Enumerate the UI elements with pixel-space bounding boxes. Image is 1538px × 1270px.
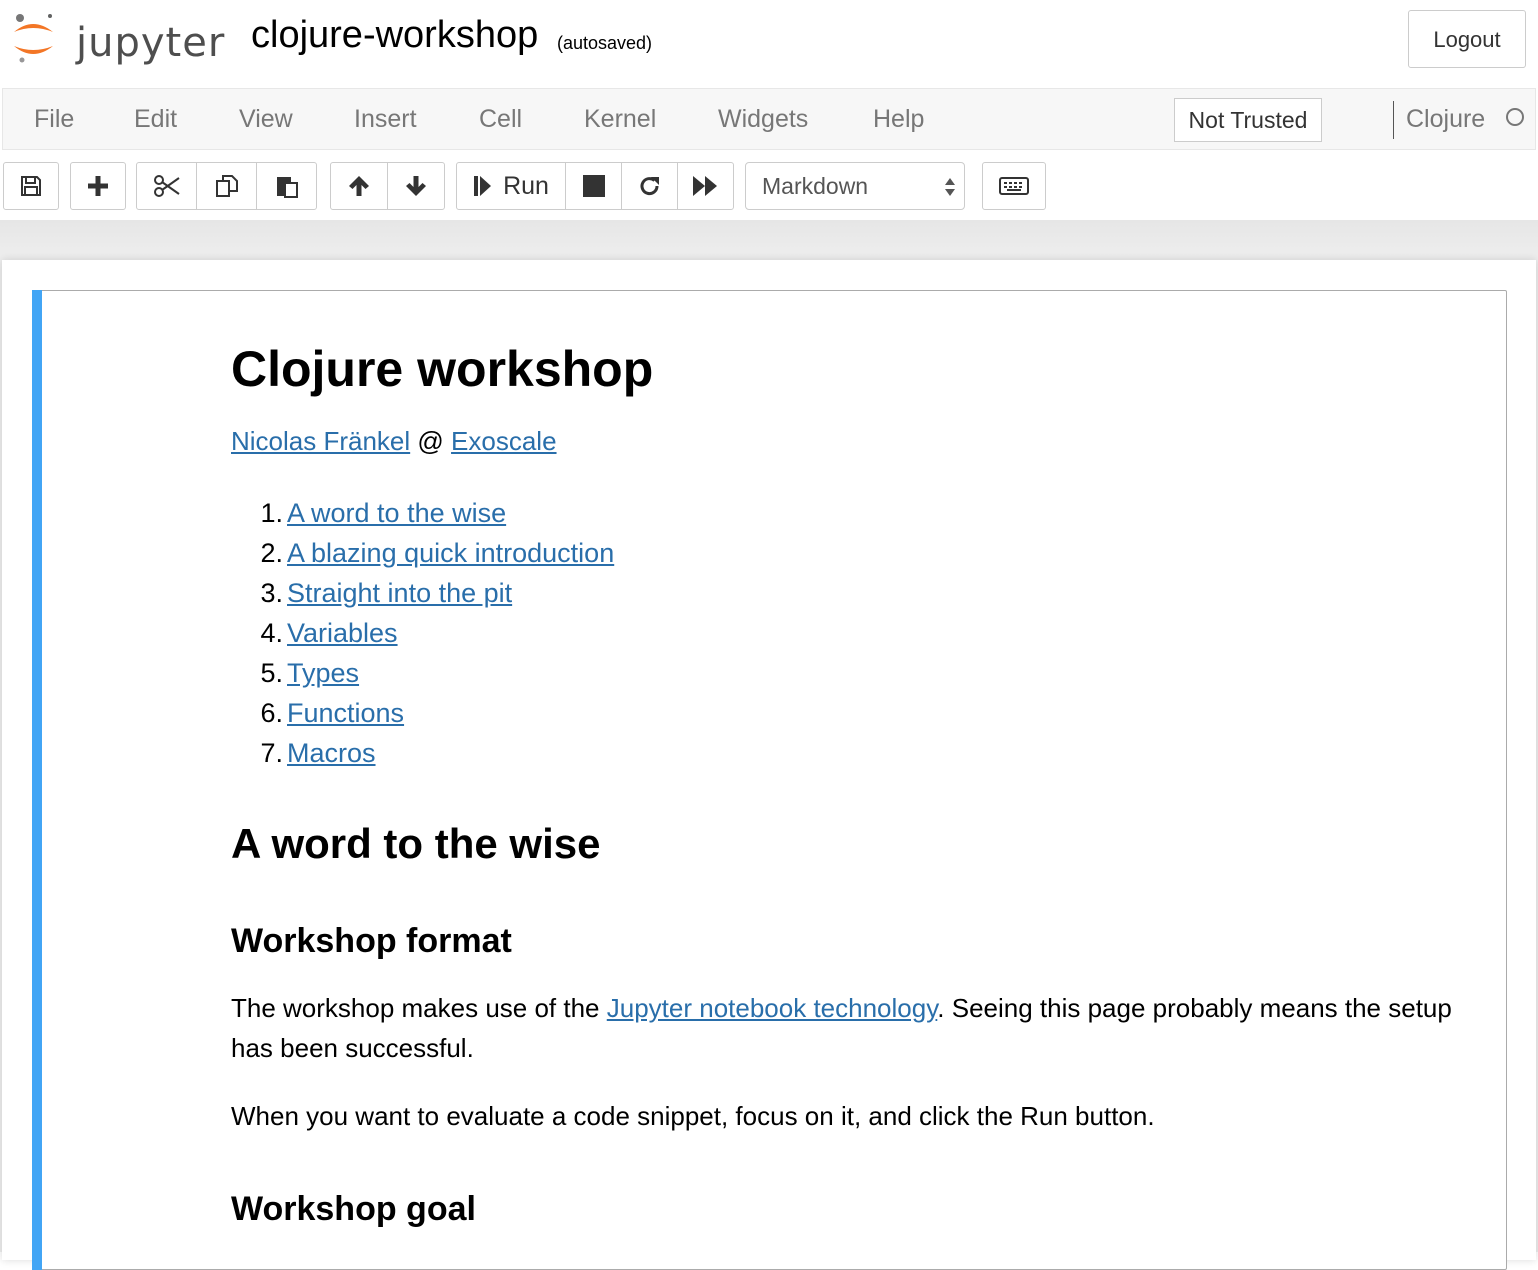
select-arrows-icon (945, 178, 955, 196)
move-down-button[interactable] (387, 162, 445, 210)
cut-button[interactable] (136, 162, 197, 210)
cell-type-value: Markdown (762, 173, 869, 199)
toc-item: 2. A blazing quick introduction (231, 533, 614, 573)
cell-selected-indicator (32, 290, 42, 1270)
kernel-idle-icon (1506, 108, 1524, 126)
keyboard-icon (999, 177, 1029, 195)
restart-run-all-button[interactable] (677, 162, 734, 210)
save-button[interactable] (3, 162, 59, 210)
toc-number: 4. (260, 618, 283, 648)
kernel-separator (1393, 101, 1394, 139)
save-group (3, 162, 59, 210)
command-palette-group (982, 162, 1046, 210)
toc-number: 6. (260, 698, 283, 728)
run-instruction-paragraph: When you want to evaluate a code snippet… (231, 1101, 1155, 1131)
toolbar: Run Markdown (0, 150, 1538, 220)
toc-number: 5. (260, 658, 283, 688)
toc-item: 5. Types (231, 653, 614, 693)
toc-item: 6. Functions (231, 693, 614, 733)
cell-type-select[interactable]: Markdown (745, 162, 965, 210)
paragraph-text: The workshop makes use of the (231, 993, 607, 1023)
interrupt-button[interactable] (565, 162, 622, 210)
notebook-title: Clojure workshop (231, 341, 654, 397)
toc-link[interactable]: Variables (287, 618, 398, 648)
toc-item: 3. Straight into the pit (231, 573, 614, 613)
insert-group (70, 162, 126, 210)
add-cell-icon (88, 176, 108, 196)
jupyter-logo-icon (14, 14, 53, 63)
toc-link[interactable]: Types (287, 658, 359, 688)
toc-item: 4. Variables (231, 613, 614, 653)
toc-item: 7. Macros (231, 733, 614, 773)
toc-link[interactable]: A blazing quick introduction (287, 538, 614, 568)
toc-item: 1. A word to the wise (231, 493, 614, 533)
logo-text: jupyter (76, 20, 226, 66)
menu-view[interactable]: View (239, 89, 293, 149)
notebook-header-shadow (0, 220, 1538, 260)
menu-file[interactable]: File (34, 89, 74, 149)
toc-number: 3. (260, 578, 283, 608)
run-button[interactable]: Run (456, 162, 566, 210)
jupyter-logo[interactable]: jupyter (10, 10, 230, 66)
restart-icon (640, 177, 659, 196)
toc-link[interactable]: A word to the wise (287, 498, 506, 528)
autosave-status: (autosaved) (557, 33, 653, 53)
paste-icon (276, 177, 298, 198)
author-line: Nicolas Fränkel @ Exoscale (231, 426, 557, 457)
menubar: File Edit View Insert Cell Kernel Widget… (2, 88, 1536, 150)
move-up-button[interactable] (330, 162, 388, 210)
move-group (330, 162, 445, 210)
subsection-heading-goal: Workshop goal (231, 1190, 476, 1228)
cut-icon (153, 175, 180, 197)
run-label: Run (503, 171, 549, 200)
save-icon (21, 176, 41, 196)
author-link[interactable]: Nicolas Fränkel (231, 426, 410, 456)
menu-insert[interactable]: Insert (354, 89, 417, 149)
toc-number: 1. (260, 498, 283, 528)
notebook-name[interactable]: clojure-workshop (251, 14, 538, 57)
jupyter-link[interactable]: Jupyter notebook technology (607, 993, 938, 1023)
command-palette-button[interactable] (982, 162, 1046, 210)
paste-button[interactable] (256, 162, 317, 210)
stop-icon (582, 175, 605, 197)
menu-cell[interactable]: Cell (479, 89, 522, 149)
header: jupyter clojure-workshop (autosaved) Log… (0, 0, 1538, 88)
run-group: Run (456, 162, 734, 210)
toc-number: 2. (260, 538, 283, 568)
table-of-contents: 1. A word to the wise 2. A blazing quick i… (231, 493, 614, 773)
copy-button[interactable] (196, 162, 257, 210)
toc-number: 7. (260, 738, 283, 768)
company-link[interactable]: Exoscale (451, 426, 557, 456)
toc-link[interactable]: Straight into the pit (287, 578, 512, 608)
not-trusted-button[interactable]: Not Trusted (1174, 98, 1322, 142)
menu-edit[interactable]: Edit (134, 89, 177, 149)
move-down-icon (406, 176, 426, 196)
move-up-icon (349, 176, 369, 196)
insert-cell-button[interactable] (70, 162, 126, 210)
menu-help[interactable]: Help (873, 89, 924, 149)
toc-link[interactable]: Macros (287, 738, 376, 768)
run-icon (474, 176, 492, 196)
copy-icon (215, 175, 238, 197)
logout-button[interactable]: Logout (1408, 10, 1526, 68)
menu-widgets[interactable]: Widgets (718, 89, 808, 149)
restart-button[interactable] (621, 162, 678, 210)
section-heading: A word to the wise (231, 820, 601, 867)
at-sign: @ (417, 426, 444, 456)
edit-group (136, 162, 317, 210)
fast-forward-icon (692, 176, 717, 196)
kernel-name[interactable]: Clojure (1406, 89, 1485, 149)
toc-link[interactable]: Functions (287, 698, 404, 728)
subsection-heading-format: Workshop format (231, 922, 512, 960)
format-paragraph: The workshop makes use of the Jupyter no… (231, 988, 1471, 1068)
menu-kernel[interactable]: Kernel (584, 89, 656, 149)
